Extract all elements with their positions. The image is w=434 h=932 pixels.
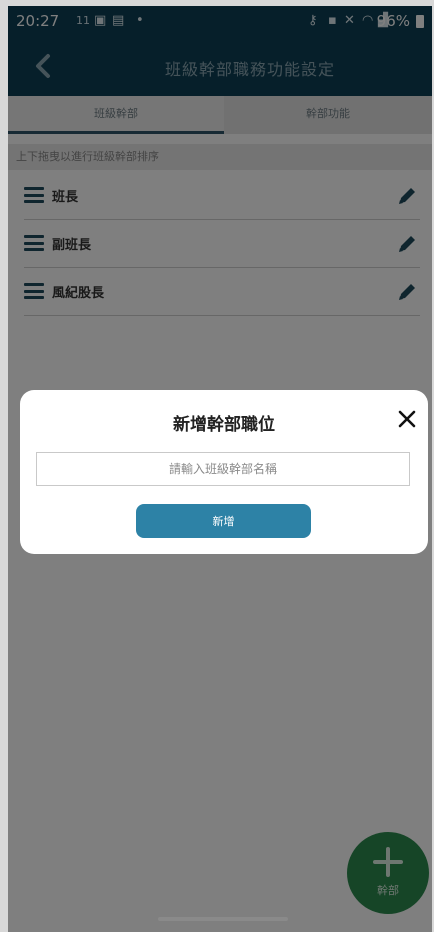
add-position-dialog: 新增幹部職位 新增 [20,390,428,554]
dialog-title: 新增幹部職位 [173,415,275,435]
app-screen: 20:27 11 ▣ ▤ • ⚷ ▪ ✕ ◠ ▟ 96% 班級幹部職務功能設定 … [8,6,432,932]
close-icon[interactable] [398,410,416,428]
add-button[interactable]: 新增 [136,504,311,538]
officer-name-input[interactable] [36,452,410,486]
home-indicator[interactable] [158,917,288,921]
